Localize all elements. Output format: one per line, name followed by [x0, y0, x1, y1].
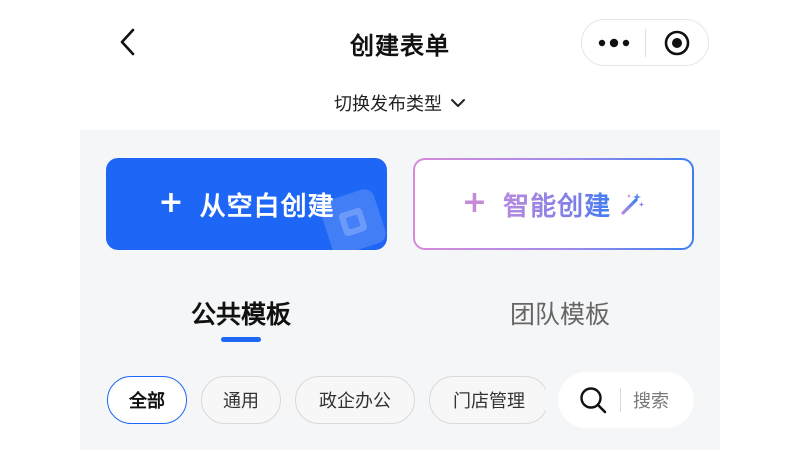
create-blank-label: 从空白创建: [199, 191, 335, 222]
more-button[interactable]: [582, 20, 645, 65]
publish-type-label: 切换发布类型: [334, 94, 442, 115]
close-button[interactable]: [646, 20, 708, 65]
create-blank-button[interactable]: + 从空白创建: [106, 158, 387, 250]
smart-create-inner: + 智能创建: [415, 160, 692, 248]
search-placeholder: 搜索: [633, 391, 669, 412]
switch-publish-type[interactable]: 切换发布类型: [0, 90, 800, 116]
content-panel: + 从空白创建 + 智能创建 公共模板 团队模板 全部 通用 政企办公 门店管理…: [80, 130, 720, 450]
active-tab-indicator: [221, 337, 261, 342]
category-chip-all[interactable]: 全部: [107, 376, 187, 424]
plus-icon: +: [158, 184, 184, 220]
search-icon: [578, 385, 608, 415]
plus-icon: +: [461, 184, 488, 220]
template-tabs: 公共模板 团队模板: [80, 295, 720, 345]
category-chip-gov-office[interactable]: 政企办公: [295, 376, 415, 424]
category-chip-store-management[interactable]: 门店管理: [429, 376, 546, 424]
search-divider: [620, 388, 621, 412]
category-chip-general[interactable]: 通用: [201, 376, 281, 424]
smart-create-button[interactable]: + 智能创建: [413, 158, 694, 250]
magic-wand-icon: [619, 191, 645, 217]
category-chips: 全部 通用 政企办公 门店管理: [106, 374, 546, 426]
tab-team-templates[interactable]: 团队模板: [460, 295, 660, 331]
smart-create-label: 智能创建: [503, 186, 611, 223]
mini-program-capsule: [581, 19, 709, 66]
record-target-icon: [664, 30, 690, 55]
navigation-bar: 创建表单: [0, 0, 800, 86]
search-box[interactable]: 搜索: [558, 372, 694, 428]
chevron-down-icon: [450, 98, 466, 108]
tab-public-templates[interactable]: 公共模板: [141, 295, 341, 331]
more-dots-icon: [598, 38, 629, 47]
